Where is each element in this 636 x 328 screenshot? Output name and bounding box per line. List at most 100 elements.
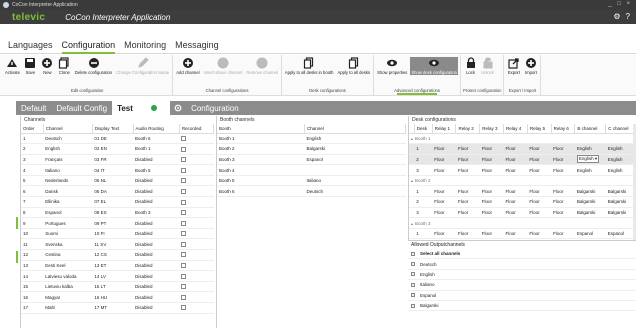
table-row[interactable]: 9 Portugues 09 PT Disabled [21, 217, 214, 229]
recorded-checkbox[interactable] [181, 167, 187, 173]
table-row[interactable]: 3 Floor Floor Floor Floor Floor Floor English En… [409, 164, 636, 176]
ribbon-button[interactable]: Import [523, 57, 538, 75]
table-row[interactable]: 16 Magyar 16 HU Disabled [21, 291, 214, 303]
table-row[interactable]: 1 Floor Floor Floor Floor Floor Floor English En… [409, 143, 636, 155]
table-row[interactable]: 15 Lietuviu kalba 15 LT Disabled [21, 281, 214, 293]
recorded-checkbox[interactable] [181, 284, 187, 290]
ribbon-button[interactable]: New [40, 57, 55, 75]
recorded-checkbox[interactable] [181, 241, 187, 247]
gear-icon[interactable]: ⚙ [613, 12, 620, 21]
ribbon-button[interactable]: Show properties [376, 57, 408, 75]
select-all-channels[interactable]: Select all channels [408, 249, 636, 260]
group-row[interactable]: ▴ Booth 3 [409, 217, 636, 229]
output-channel-checkbox[interactable] [411, 303, 415, 308]
recorded-checkbox[interactable] [181, 199, 187, 205]
column-header[interactable]: Relay 6 [551, 124, 576, 134]
column-header[interactable]: Recorded [179, 124, 215, 134]
table-row[interactable]: 13 Eesti Keel 13 ET Disabled [21, 260, 214, 272]
column-header[interactable]: Display Text [92, 124, 134, 134]
window-controls[interactable]: _ □ × [608, 1, 632, 7]
table-row[interactable]: 10 Suomi 10 FI Disabled [21, 228, 214, 240]
output-channel-item[interactable]: Deutsch [408, 259, 636, 270]
recorded-checkbox[interactable] [181, 263, 187, 269]
group-row[interactable]: ▴ Booth 1 [409, 133, 636, 145]
column-header[interactable]: Order [21, 124, 44, 134]
group-row[interactable]: ▴ Booth 2 [409, 175, 636, 187]
table-row[interactable]: Booth 4 [217, 164, 406, 176]
table-row[interactable]: 14 Latviesu valoda 14 LV Disabled [21, 270, 214, 282]
collapse-arrow-icon[interactable]: ▴ [411, 178, 413, 183]
configuration-icon[interactable] [170, 101, 186, 115]
recorded-checkbox[interactable] [181, 146, 187, 152]
ribbon-button[interactable]: Apply to all desks in booth [284, 57, 335, 75]
output-channel-item[interactable]: English [408, 270, 636, 281]
recorded-checkbox[interactable] [181, 178, 187, 184]
recorded-checkbox[interactable] [181, 305, 187, 311]
ribbon-button[interactable]: Add channel [175, 57, 200, 75]
column-header[interactable]: Relay 4 [503, 124, 528, 134]
table-row[interactable]: 3 Floor Floor Floor Floor Floor Floor Balgarski… [409, 207, 636, 219]
nav-tab-monitoring[interactable]: Monitoring [124, 40, 166, 53]
recorded-checkbox[interactable] [181, 231, 187, 237]
config-tab-default-config[interactable]: Default Config [51, 101, 112, 115]
column-header[interactable]: Relay 1 [432, 124, 457, 134]
table-row[interactable]: 12 Cestina 12 CS Disabled [21, 249, 214, 261]
output-channel-item[interactable]: Balgarski [408, 301, 636, 312]
table-row[interactable]: 1 Floor Floor Floor Floor Floor Floor Balgarski… [409, 185, 636, 198]
output-channel-checkbox[interactable] [411, 282, 415, 287]
recorded-checkbox[interactable] [181, 135, 187, 141]
table-row[interactable]: 6 Dansk 06 DA Disabled [21, 185, 214, 198]
output-channel-checkbox[interactable] [411, 262, 415, 267]
column-header[interactable]: Relay 5 [527, 124, 552, 134]
help-icon[interactable]: ? [626, 12, 630, 21]
recorded-checkbox[interactable] [181, 252, 187, 258]
table-row[interactable]: 1 Deutsch 01 DE Booth 6 [21, 133, 214, 145]
column-header[interactable]: Relay 2 [455, 124, 481, 134]
table-row[interactable]: 2 Floor Floor Floor Floor Floor Floor Balgarski… [409, 196, 636, 208]
output-channel-checkbox[interactable] [411, 293, 415, 298]
nav-tab-configuration[interactable]: Configuration [61, 40, 115, 54]
column-header[interactable]: Relay 3 [479, 124, 505, 134]
collapse-arrow-icon[interactable]: ▴ [411, 221, 413, 226]
b-channel-dropdown[interactable]: English ▾ [576, 155, 600, 164]
recorded-checkbox[interactable] [181, 273, 187, 279]
table-row[interactable]: 17 Malti 17 MT Disabled [21, 302, 214, 314]
table-row[interactable]: 5 Nederlands 05 NL Disabled [21, 175, 214, 187]
ribbon-button[interactable]: Save [23, 57, 38, 75]
nav-tab-messaging[interactable]: Messaging [175, 40, 219, 53]
output-channel-item[interactable]: Espanol [408, 291, 636, 301]
table-row[interactable]: 1 Floor Floor Floor Floor Floor Floor Espanol Es… [409, 228, 636, 240]
collapse-arrow-icon[interactable]: ▴ [411, 136, 413, 141]
recorded-checkbox[interactable] [181, 157, 187, 163]
table-row[interactable]: 11 Svenska 11 SV Disabled [21, 238, 214, 251]
ribbon-button[interactable]: Activate [4, 57, 21, 75]
nav-tab-languages[interactable]: Languages [8, 40, 53, 53]
ribbon-button[interactable]: Apply to all desks [337, 57, 372, 75]
config-tab-test[interactable]: Test [112, 101, 171, 115]
recorded-checkbox[interactable] [181, 210, 187, 216]
table-row[interactable]: Booth 6 Deutsch [217, 185, 406, 198]
table-row[interactable]: Booth 5 Italiano [217, 175, 406, 187]
recorded-checkbox[interactable] [181, 220, 187, 226]
column-header[interactable]: C channel [605, 124, 636, 134]
table-row[interactable]: 8 Espanol 08 ES Booth 3 [21, 207, 214, 219]
output-channel-item[interactable]: Italiano [408, 280, 636, 291]
table-row[interactable]: Booth 2 Balgarski [217, 143, 406, 155]
column-header[interactable]: Booth [217, 124, 306, 134]
table-row[interactable]: 2 Floor Floor Floor Floor Floor Floor English ▾… [409, 154, 636, 166]
table-row[interactable]: 7 Ellinika 07 EL Disabled [21, 196, 214, 208]
column-header[interactable]: B channel [574, 124, 607, 134]
table-row[interactable]: 3 Français 03 FR Disabled [21, 154, 214, 166]
ribbon-button[interactable]: Clone [57, 57, 72, 75]
recorded-checkbox[interactable] [181, 188, 187, 194]
ribbon-button[interactable]: Lock [463, 57, 478, 75]
recorded-checkbox[interactable] [181, 294, 187, 300]
ribbon-button[interactable]: Show desk configuration [410, 57, 458, 75]
table-row[interactable]: 2 English 02 EN Booth 1 [21, 143, 214, 155]
ribbon-button[interactable]: Delete configuration [74, 57, 113, 75]
table-row[interactable]: Booth 3 Espanol [217, 154, 406, 166]
ribbon-button[interactable]: Export [506, 57, 521, 75]
output-channel-checkbox[interactable] [411, 272, 415, 277]
column-header[interactable]: Desk [414, 124, 433, 134]
select-all-checkbox[interactable] [411, 251, 415, 256]
